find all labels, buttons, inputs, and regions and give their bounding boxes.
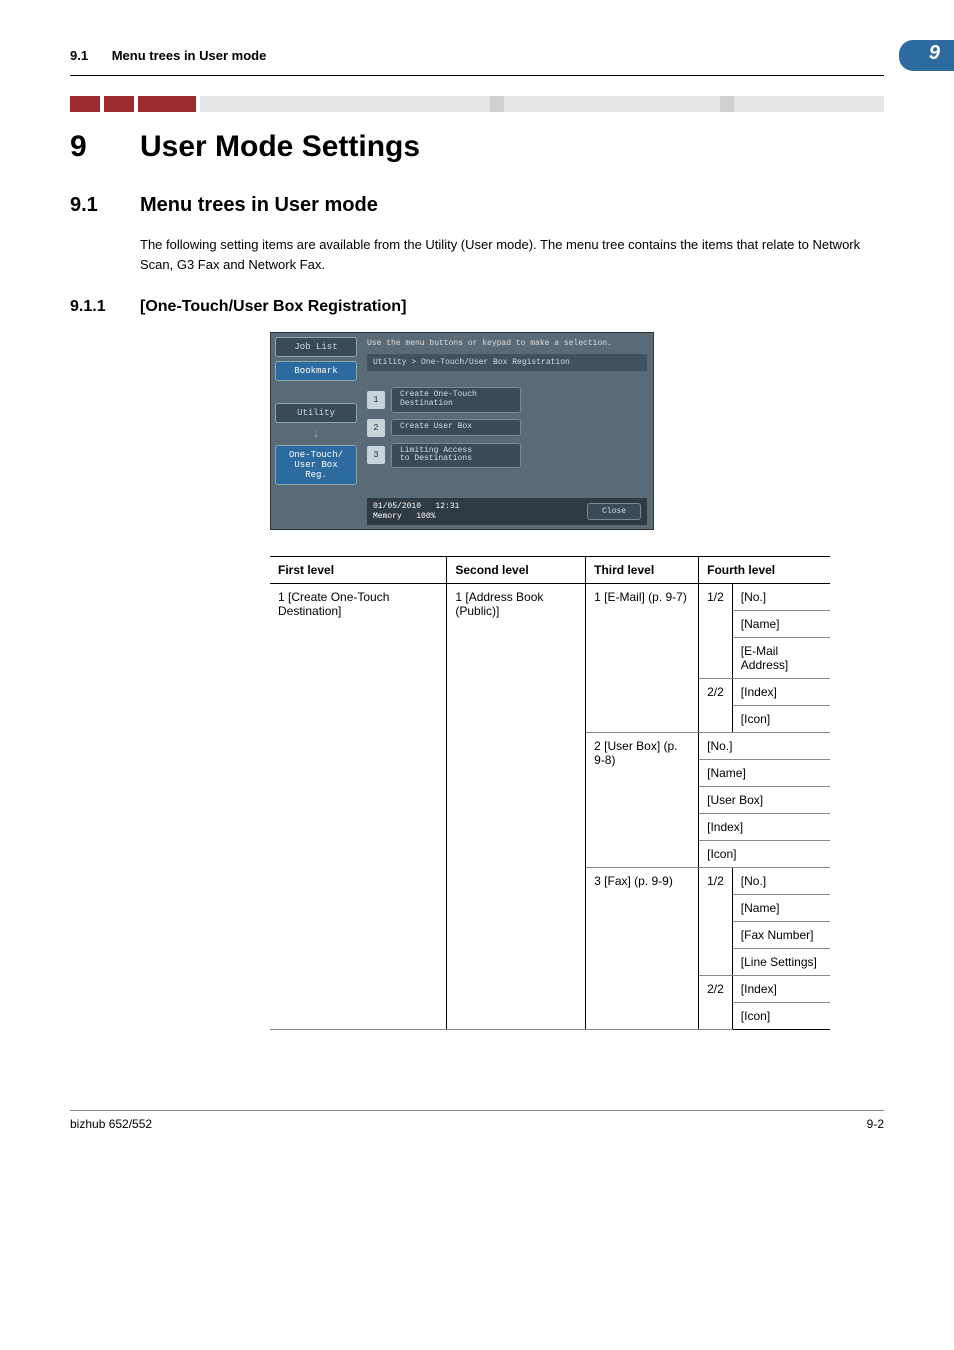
header-section-title: Menu trees in User mode (112, 48, 267, 63)
subsection-title: [One-Touch/User Box Registration] (140, 298, 406, 316)
device-screenshot: Job List Bookmark Utility ↓ One-Touch/ U… (270, 332, 654, 530)
cell-userbox-no: [No.] (699, 733, 830, 760)
cell-second-level: 1 [Address Book (Public)] (447, 584, 586, 1030)
cell-third-userbox: 2 [User Box] (p. 9-8) (586, 733, 699, 868)
menu-create-one-touch[interactable]: Create One-Touch Destination (391, 387, 521, 413)
footer-mem-label: Memory (373, 512, 402, 521)
cell-userbox-name: [Name] (699, 760, 830, 787)
cell-page-22-b: 2/2 (699, 976, 733, 1030)
cell-fax-index: [Index] (732, 976, 830, 1003)
chapter-badge: 9 (899, 40, 954, 71)
menu-index-1: 1 (367, 391, 385, 409)
page-header: 9.1 Menu trees in User mode 9 (70, 40, 884, 76)
th-second-level: Second level (447, 557, 586, 584)
tab-one-touch-reg[interactable]: One-Touch/ User Box Reg. (275, 445, 357, 485)
cell-fax-number: [Fax Number] (732, 922, 830, 949)
breadcrumb: Utility > One-Touch/User Box Registratio… (367, 354, 647, 371)
th-fourth-level: Fourth level (699, 557, 830, 584)
header-section-num: 9.1 (70, 48, 88, 63)
chapter-num: 9 (70, 130, 140, 164)
footer-model: bizhub 652/552 (70, 1117, 152, 1131)
cell-first-level: 1 [Create One-Touch Destination] (270, 584, 447, 1030)
cell-email-index: [Index] (732, 679, 830, 706)
arrow-down-icon: ↓ (275, 427, 357, 441)
tab-utility[interactable]: Utility (275, 403, 357, 423)
cell-email-icon: [Icon] (732, 706, 830, 733)
close-button[interactable]: Close (587, 503, 641, 520)
chapter-heading: 9 User Mode Settings (70, 130, 884, 164)
section-heading: 9.1 Menu trees in User mode (70, 194, 884, 217)
cell-userbox-index: [Index] (699, 814, 830, 841)
chapter-title: User Mode Settings (140, 130, 420, 164)
menu-limiting-access[interactable]: Limiting Access to Destinations (391, 443, 521, 469)
footer-mem-val: 100% (416, 512, 435, 521)
menu-tree-table: First level Second level Third level Fou… (270, 556, 830, 1030)
cell-page-22-a: 2/2 (699, 679, 733, 733)
th-first-level: First level (270, 557, 447, 584)
section-num: 9.1 (70, 194, 140, 217)
cell-third-email: 1 [E-Mail] (p. 9-7) (586, 584, 699, 733)
cell-fax-line: [Line Settings] (732, 949, 830, 976)
tab-bookmark[interactable]: Bookmark (275, 361, 357, 381)
cell-email-address: [E-Mail Address] (732, 638, 830, 679)
cell-third-fax: 3 [Fax] (p. 9-9) (586, 868, 699, 1030)
footer-page: 9-2 (867, 1117, 884, 1131)
cell-fax-name: [Name] (732, 895, 830, 922)
menu-index-2: 2 (367, 419, 385, 437)
hint-text: Use the menu buttons or keypad to make a… (367, 337, 647, 354)
tab-job-list[interactable]: Job List (275, 337, 357, 357)
menu-index-3: 3 (367, 446, 385, 464)
cell-fax-icon: [Icon] (732, 1003, 830, 1030)
decorative-stripe (70, 96, 884, 112)
subsection-heading: 9.1.1 [One-Touch/User Box Registration] (70, 298, 884, 316)
menu-create-user-box[interactable]: Create User Box (391, 419, 521, 436)
footer-time: 12:31 (435, 502, 459, 511)
footer-date: 01/05/2010 (373, 502, 421, 511)
section-title: Menu trees in User mode (140, 194, 378, 217)
subsection-num: 9.1.1 (70, 298, 140, 316)
th-third-level: Third level (586, 557, 699, 584)
cell-email-no: [No.] (732, 584, 830, 611)
cell-page-12-b: 1/2 (699, 868, 733, 976)
section-body: The following setting items are availabl… (140, 235, 880, 274)
page-footer: bizhub 652/552 9-2 (70, 1110, 884, 1131)
cell-userbox-icon: [Icon] (699, 841, 830, 868)
cell-userbox-userbox: [User Box] (699, 787, 830, 814)
cell-fax-no: [No.] (732, 868, 830, 895)
cell-email-name: [Name] (732, 611, 830, 638)
cell-page-12-a: 1/2 (699, 584, 733, 679)
